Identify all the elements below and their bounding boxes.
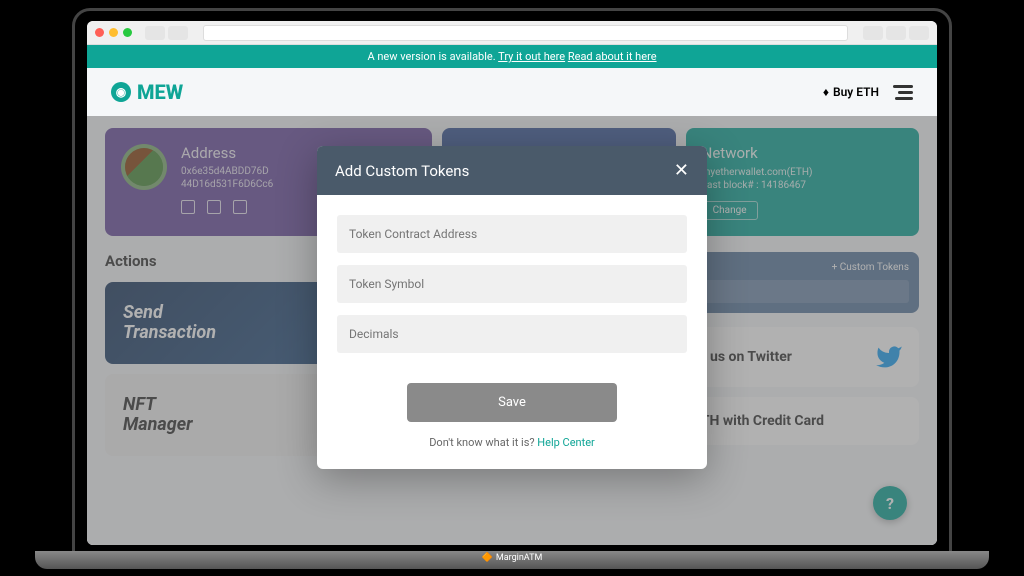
url-bar[interactable] — [203, 25, 848, 41]
add-token-modal: Add Custom Tokens ✕ Save Don't know what… — [317, 146, 707, 469]
help-center-link[interactable]: Help Center — [537, 436, 595, 449]
save-button[interactable]: Save — [407, 383, 617, 422]
banner-try-link[interactable]: Try it out here — [498, 50, 565, 63]
app-header: ◉ MEW ♦ Buy ETH — [87, 68, 937, 116]
nav-fwd-button[interactable] — [168, 26, 188, 40]
banner-read-link[interactable]: Read about it here — [568, 50, 657, 63]
close-icon[interactable]: ✕ — [674, 160, 689, 181]
screen: A new version is available. Try it out h… — [87, 21, 937, 545]
buy-eth-button[interactable]: ♦ Buy ETH — [823, 85, 879, 99]
token-decimals-input[interactable] — [337, 315, 687, 353]
banner-text: A new version is available. — [367, 50, 495, 63]
nav-back-button[interactable] — [145, 26, 165, 40]
browser-chrome — [87, 21, 937, 45]
token-address-input[interactable] — [337, 215, 687, 253]
close-window-icon[interactable] — [95, 28, 104, 37]
logo-icon: ◉ — [111, 82, 131, 102]
modal-title: Add Custom Tokens — [335, 162, 469, 180]
maximize-window-icon[interactable] — [123, 28, 132, 37]
eth-icon: ♦ — [823, 85, 829, 99]
menu-button[interactable] — [893, 85, 913, 100]
watermark: 🔶 MarginATM — [482, 553, 543, 563]
logo-text: MEW — [137, 80, 183, 104]
browser-btn[interactable] — [863, 26, 883, 40]
helper-text: Don't know what it is? Help Center — [337, 436, 687, 449]
main-content: Address 0x6e35d4ABDD76D 44D16d531F6D6Cc6… — [87, 116, 937, 545]
traffic-lights — [95, 28, 132, 37]
minimize-window-icon[interactable] — [109, 28, 118, 37]
modal-overlay[interactable]: Add Custom Tokens ✕ Save Don't know what… — [87, 116, 937, 545]
laptop-frame: A new version is available. Try it out h… — [72, 8, 952, 568]
browser-btn[interactable] — [909, 26, 929, 40]
token-symbol-input[interactable] — [337, 265, 687, 303]
logo[interactable]: ◉ MEW — [111, 80, 183, 104]
update-banner: A new version is available. Try it out h… — [87, 45, 937, 68]
browser-btn[interactable] — [886, 26, 906, 40]
